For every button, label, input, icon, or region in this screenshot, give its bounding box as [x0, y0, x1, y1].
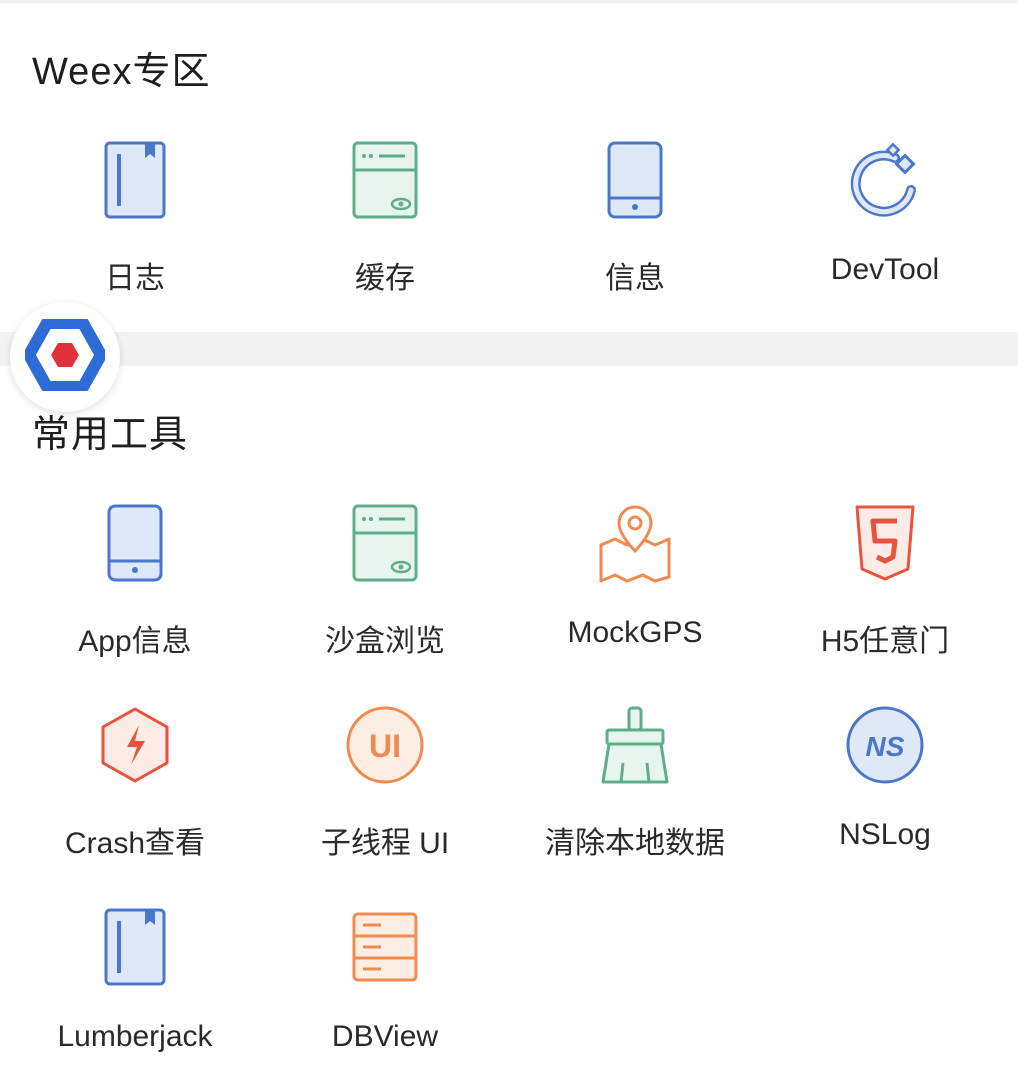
database-icon: [340, 902, 430, 992]
grid-item-label: 清除本地数据: [545, 827, 725, 860]
weex-section-title: Weex专区: [32, 51, 211, 93]
section-divider: [0, 332, 1018, 366]
grid-item-log[interactable]: 日志: [10, 135, 260, 325]
tools-section-title: 常用工具: [32, 414, 189, 456]
svg-text:UI: UI: [369, 728, 401, 764]
phone-icon: [90, 498, 180, 588]
svg-text:NS: NS: [866, 731, 905, 762]
grid-item-app-info[interactable]: App信息: [10, 498, 260, 688]
storage-eye-icon: [340, 135, 430, 225]
grid-item-info[interactable]: 信息: [510, 135, 760, 325]
book-icon: [90, 902, 180, 992]
grid-item-clear-data[interactable]: 清除本地数据: [510, 700, 760, 890]
grid-item-mockgps[interactable]: MockGPS: [510, 498, 760, 688]
grid-item-h5-door[interactable]: H5任意门: [760, 498, 1010, 688]
grid-item-label: 信息: [605, 262, 665, 295]
grid-item-label: DBView: [331, 1020, 439, 1053]
crash-icon: [90, 700, 180, 790]
devtool-icon: [840, 135, 930, 225]
grid-item-crash[interactable]: Crash查看: [10, 700, 260, 890]
grid-item-label: Lumberjack: [57, 1020, 213, 1053]
broom-icon: [590, 700, 680, 790]
grid-item-devtool[interactable]: DevTool: [760, 135, 1010, 325]
top-divider: [0, 0, 1018, 3]
grid-item-label: 缓存: [355, 262, 415, 295]
grid-item-label: DevTool: [830, 253, 940, 286]
grid-item-label: 日志: [105, 262, 165, 295]
ns-badge-icon: NS: [840, 700, 930, 790]
map-pin-icon: [590, 498, 680, 588]
grid-item-lumberjack[interactable]: Lumberjack: [10, 902, 260, 1092]
floating-entry-button[interactable]: [10, 302, 120, 412]
grid-item-sandbox[interactable]: 沙盒浏览: [260, 498, 510, 688]
grid-item-nslog[interactable]: NS NSLog: [760, 700, 1010, 890]
grid-item-label: 沙盒浏览: [325, 625, 445, 658]
grid-item-label: App信息: [78, 625, 192, 658]
book-icon: [90, 135, 180, 225]
grid-item-ui-thread[interactable]: UI 子线程 UI: [260, 700, 510, 890]
hexagon-logo-icon: [23, 316, 107, 396]
ui-badge-icon: UI: [340, 700, 430, 790]
grid-item-label: 子线程 UI: [320, 827, 450, 860]
grid-item-label: NSLog: [839, 818, 931, 851]
phone-icon: [590, 135, 680, 225]
storage-eye-icon: [340, 498, 430, 588]
grid-item-label: H5任意门: [820, 625, 950, 658]
grid-item-dbview[interactable]: DBView: [260, 902, 510, 1092]
grid-item-label: Crash查看: [64, 827, 206, 860]
html5-icon: [840, 498, 930, 588]
grid-item-cache[interactable]: 缓存: [260, 135, 510, 325]
grid-item-label: MockGPS: [567, 616, 703, 649]
